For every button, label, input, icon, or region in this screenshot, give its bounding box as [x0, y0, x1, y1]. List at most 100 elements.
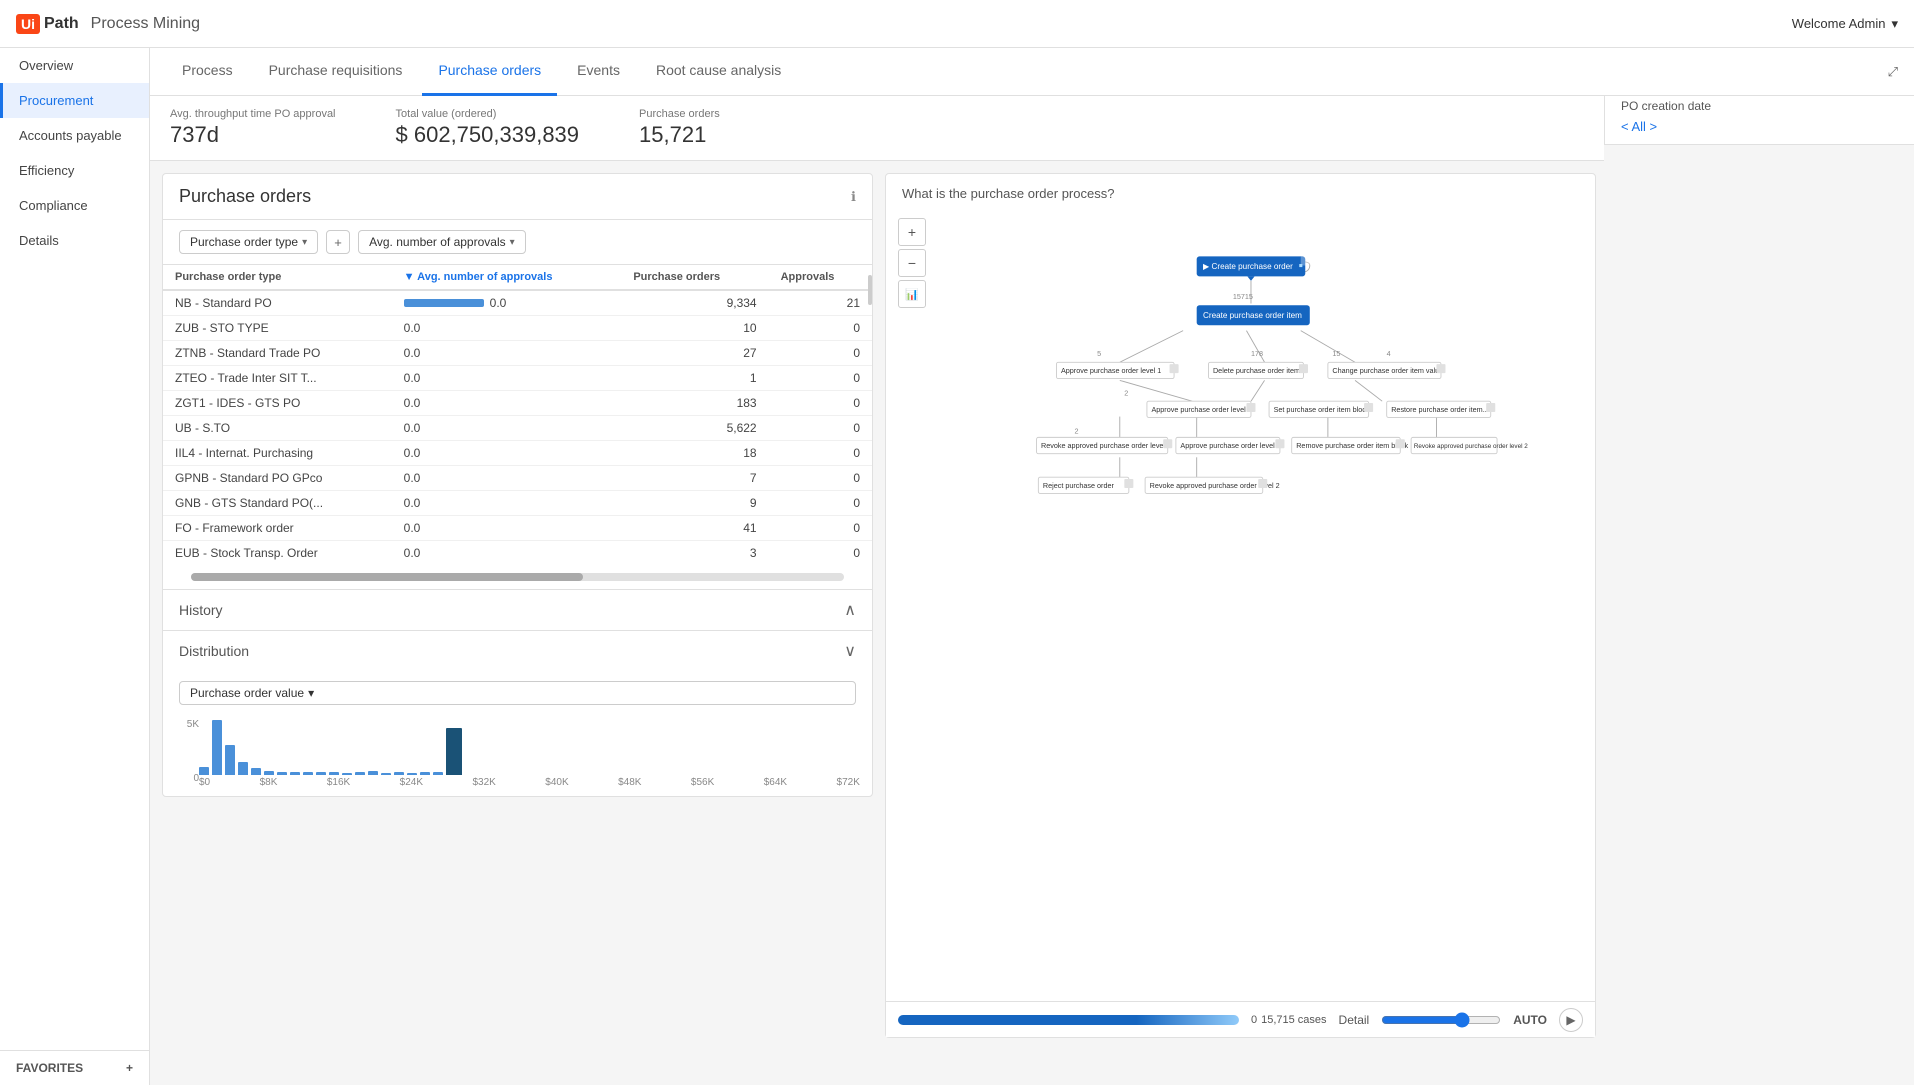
cell-avg: 0.0	[392, 541, 622, 566]
add-filter-btn[interactable]: +	[326, 230, 350, 254]
nav-tab-events[interactable]: Events	[561, 48, 636, 96]
table-row[interactable]: GPNB - Standard PO GPco 0.0 7 0	[163, 466, 872, 491]
sort-icon: ▼	[404, 271, 415, 283]
distribution-chevron-icon: ∨	[844, 641, 856, 661]
col-type[interactable]: Purchase order type	[163, 265, 392, 290]
data-table-container[interactable]: Purchase order type ▼ Avg. number of app…	[163, 265, 872, 565]
chart-bar	[264, 771, 274, 775]
sidebar-item-details[interactable]: Details	[0, 223, 149, 258]
svg-text:2: 2	[1124, 389, 1128, 398]
table-scroll-indicator	[868, 265, 872, 565]
detail-bar: 0 15,715 cases Detail AUTO ▶	[886, 1001, 1595, 1037]
sidebar-item-overview[interactable]: Overview	[0, 48, 149, 83]
path-label: Path	[44, 15, 79, 33]
chart-view-btn[interactable]: 📊	[898, 280, 926, 308]
table-scrollbar-x[interactable]	[163, 565, 872, 589]
detail-slider[interactable]	[1381, 1012, 1501, 1028]
node-create-po-label: ▶ Create purchase order	[1203, 262, 1293, 271]
table-row[interactable]: ZGT1 - IDES - GTS PO 0.0 183 0	[163, 391, 872, 416]
chart-bar	[238, 762, 248, 775]
table-row[interactable]: NB - Standard PO 0.0 9,334 21	[163, 290, 872, 316]
table-row[interactable]: ZUB - STO TYPE 0.0 10 0	[163, 316, 872, 341]
filter-group-value[interactable]: < All >	[1621, 119, 1898, 134]
table-row[interactable]: FO - Framework order 0.0 41 0	[163, 516, 872, 541]
table-row[interactable]: GNB - GTS Standard PO(... 0.0 9 0	[163, 491, 872, 516]
cell-approvals: 0	[769, 541, 872, 566]
table-row[interactable]: ZTNB - Standard Trade PO 0.0 27 0	[163, 341, 872, 366]
chart-axis-label: $72K	[837, 777, 860, 788]
history-label: History	[179, 602, 223, 618]
zoom-in-btn[interactable]: +	[898, 218, 926, 246]
node-remove-block-label: Remove purchase order item block	[1296, 441, 1408, 450]
distribution-content: Purchase order value ▾	[163, 671, 872, 715]
sidebar-item-procurement[interactable]: Procurement	[0, 83, 149, 118]
cell-avg: 0.0	[392, 441, 622, 466]
play-btn[interactable]: ▶	[1559, 1008, 1583, 1032]
cell-avg: 0.0	[392, 290, 622, 316]
table-row[interactable]: EUB - Stock Transp. Order 0.0 3 0	[163, 541, 872, 566]
chart-axis-label: $16K	[327, 777, 350, 788]
nav-tab-purchase-orders[interactable]: Purchase orders	[422, 48, 557, 96]
chart-bar	[212, 720, 222, 775]
filter-chip-type-label: Purchase order type	[190, 235, 298, 249]
user-menu[interactable]: Welcome Admin ▾	[1792, 16, 1898, 32]
col-orders[interactable]: Purchase orders	[621, 265, 768, 290]
panel-info-icon[interactable]: ℹ	[851, 189, 856, 205]
filter-chip-type[interactable]: Purchase order type ▾	[179, 230, 318, 254]
chart-bar	[277, 772, 287, 775]
zoom-out-btn[interactable]: −	[898, 249, 926, 277]
chart-bar	[251, 768, 261, 775]
detail-label: Detail	[1339, 1013, 1370, 1027]
col-avg[interactable]: ▼ Avg. number of approvals	[392, 265, 622, 290]
chart-bar	[381, 773, 391, 775]
nav-tab-process[interactable]: Process	[166, 48, 249, 96]
bar-chart: $0$8K$16K$24K$32K$40K$48K$56K$64K$72K	[199, 715, 860, 788]
nav-tab-purchase-requisitions[interactable]: Purchase requisitions	[253, 48, 419, 96]
favorites-section[interactable]: FAVORITES +	[0, 1050, 149, 1085]
dist-dropdown[interactable]: Purchase order value ▾	[179, 681, 856, 705]
table-row[interactable]: UB - S.TO 0.0 5,622 0	[163, 416, 872, 441]
cell-avg: 0.0	[392, 491, 622, 516]
process-map-title: What is the purchase order process?	[886, 174, 1595, 213]
filter-chip-approvals-label: Avg. number of approvals	[369, 235, 506, 249]
node-remove-block-badge	[1396, 439, 1405, 448]
node-set-block-label: Set purchase order item block	[1274, 405, 1370, 414]
history-section[interactable]: History ∧	[163, 589, 872, 630]
filter-chip-approvals[interactable]: Avg. number of approvals ▾	[358, 230, 526, 254]
table-row[interactable]: IIL4 - Internat. Purchasing 0.0 18 0	[163, 441, 872, 466]
filter-group-date: PO creation date < All >	[1605, 89, 1914, 145]
chart-bar-item	[316, 772, 326, 775]
auto-label: AUTO	[1513, 1013, 1547, 1027]
node-approve-2b-label: Approve purchase order level 2	[1180, 441, 1280, 450]
map-controls: + − 📊	[898, 218, 926, 308]
cell-orders: 27	[621, 341, 768, 366]
nav-tab-root-cause-analysis[interactable]: Root cause analysis	[640, 48, 797, 96]
sidebar-item-accounts-payable[interactable]: Accounts payable	[0, 118, 149, 153]
expand-icon[interactable]: ⤢	[1888, 64, 1898, 80]
cell-approvals: 0	[769, 441, 872, 466]
cell-approvals: 0	[769, 366, 872, 391]
svg-text:2: 2	[1075, 427, 1079, 436]
sidebar-item-compliance[interactable]: Compliance	[0, 188, 149, 223]
cell-type: GPNB - Standard PO GPco	[163, 466, 392, 491]
chart-bar-item	[433, 772, 443, 775]
chart-bar-item	[420, 772, 430, 775]
detail-range-bar	[898, 1015, 1239, 1025]
chart-bar-item	[394, 772, 404, 775]
add-favorite-icon[interactable]: +	[126, 1061, 133, 1075]
distribution-section-header[interactable]: Distribution ∨	[163, 630, 872, 671]
node-create-po-item-label: Create purchase order item	[1203, 311, 1302, 320]
node-approve-1-badge	[1170, 364, 1179, 373]
cell-orders: 9	[621, 491, 768, 516]
chart-bar-item	[329, 772, 339, 775]
node-approve-2b-badge	[1275, 439, 1284, 448]
sidebar-item-efficiency[interactable]: Efficiency	[0, 153, 149, 188]
cell-approvals: 0	[769, 416, 872, 441]
range-end: 15,715 cases	[1261, 1014, 1326, 1026]
history-chevron-icon: ∧	[844, 600, 856, 620]
chart-bar-item	[277, 772, 287, 775]
cell-approvals: 21	[769, 290, 872, 316]
table-row[interactable]: ZTEO - Trade Inter SIT T... 0.0 1 0	[163, 366, 872, 391]
cell-avg: 0.0	[392, 416, 622, 441]
col-approvals[interactable]: Approvals	[769, 265, 872, 290]
